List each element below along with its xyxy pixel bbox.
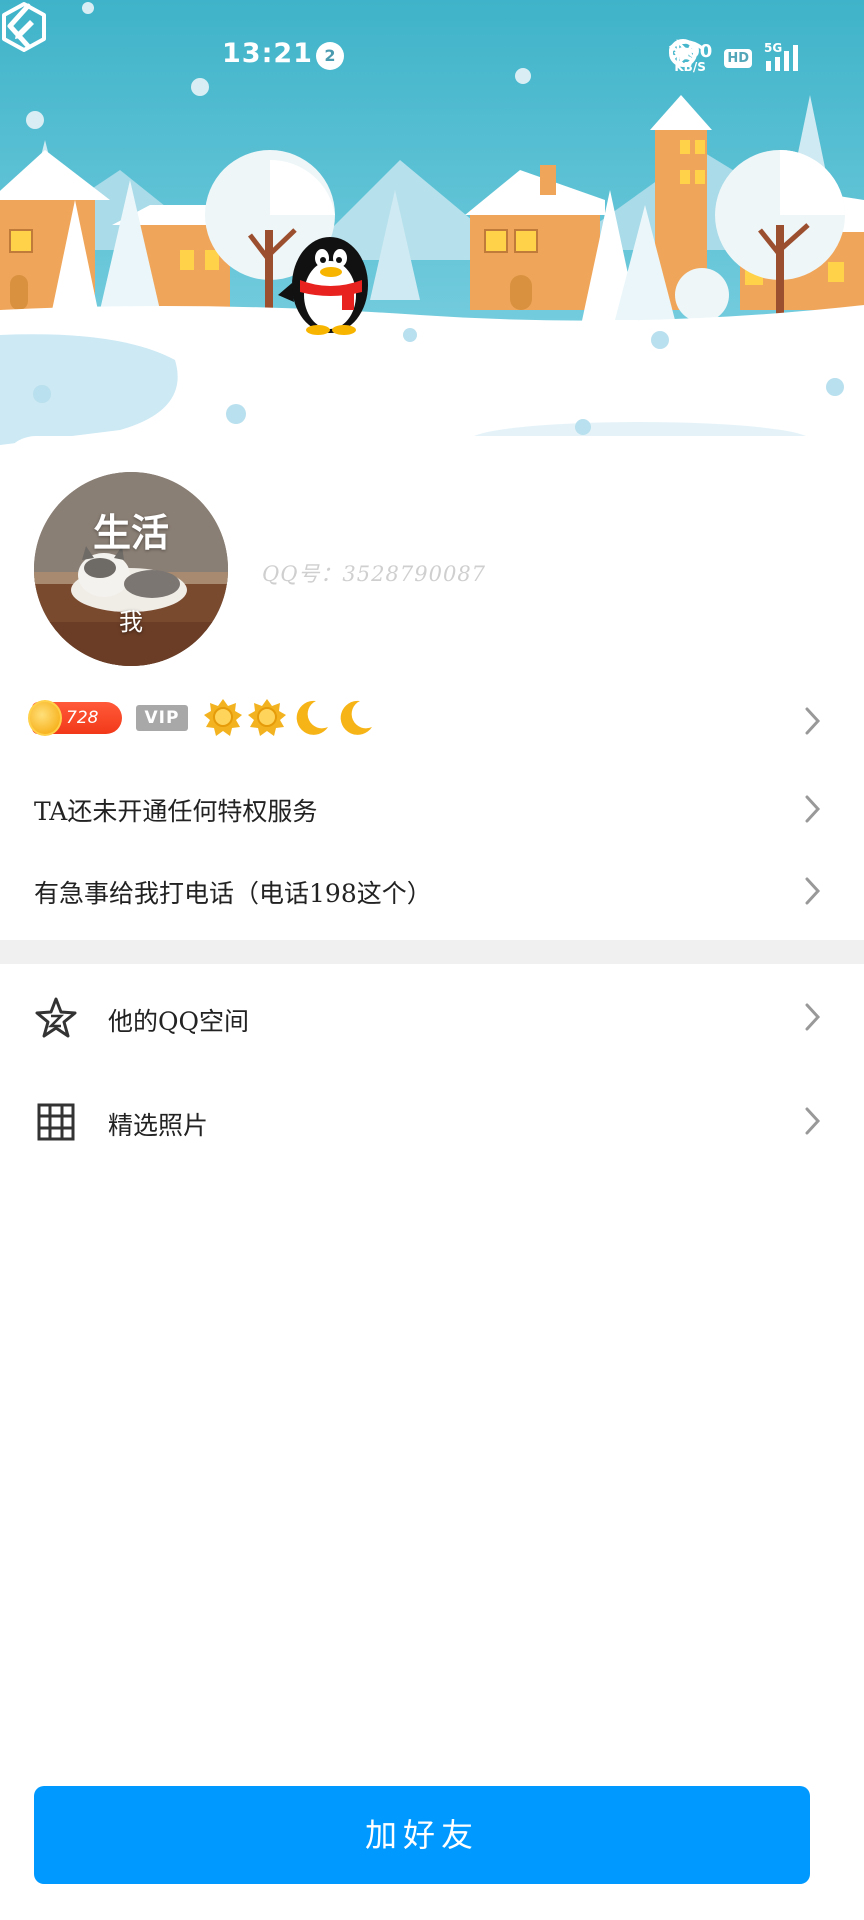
coin-badge: 728 (28, 700, 122, 736)
sun-icon (204, 699, 242, 736)
menu-item-label: 他的QQ空间 (108, 1007, 249, 1036)
chevron-right-icon (805, 877, 821, 905)
signature-row[interactable]: 有急事给我打电话（电话198这个） (0, 856, 864, 926)
notification-count-badge: 2 (316, 42, 344, 70)
chevron-right-icon (805, 1107, 821, 1135)
qq-number-label: QQ号：3528790087 (262, 562, 487, 586)
chevron-right-icon (805, 795, 821, 823)
battery-ring-icon (668, 39, 697, 67)
level-badges-row[interactable]: 728 VIP (0, 684, 864, 754)
menu-item-qzone[interactable]: 他的QQ空间 (0, 972, 864, 1062)
moon-icon (296, 700, 328, 735)
profile-page: 13:21 2 6.00 KB/S HD 5G 生活 我 QQ号：3528790… (0, 0, 864, 1920)
section-divider (0, 940, 864, 964)
signature-text: 有急事给我打电话（电话198这个） (34, 879, 432, 908)
status-time: 13:21 (222, 38, 313, 69)
status-indicators: 6.00 KB/S HD 5G (668, 38, 804, 78)
menu-item-photos[interactable]: 精选照片 (0, 1076, 864, 1166)
level-badges: 728 VIP (28, 696, 378, 740)
moon-icon (340, 700, 372, 735)
signal-bars-icon (766, 45, 798, 71)
hd-icon: HD (724, 48, 752, 68)
privilege-row[interactable]: TA还未开通任何特权服务 (0, 774, 864, 844)
add-friend-button[interactable]: 加好友 (34, 1786, 810, 1884)
menu-item-label: 精选照片 (108, 1111, 209, 1140)
chevron-right-icon (805, 1003, 821, 1031)
chevron-right-icon (805, 707, 821, 735)
vip-badge: VIP (136, 705, 188, 731)
profile-cover-scene: 13:21 2 6.00 KB/S HD 5G (0, 0, 864, 470)
avatar-caption-top: 生活 (92, 511, 169, 555)
sun-icon (248, 699, 286, 736)
status-bar: 13:21 2 6.00 KB/S HD 5G (0, 30, 864, 82)
avatar-caption-bottom: 我 (119, 608, 143, 636)
edit-profile-icon[interactable] (0, 0, 48, 54)
privilege-text: TA还未开通任何特权服务 (34, 797, 318, 826)
qzone-star-icon (35, 997, 77, 1038)
grid-icon (37, 1103, 75, 1141)
coin-value: 728 (66, 708, 99, 728)
coin-icon (28, 700, 62, 736)
signal-strength: 5G (764, 41, 804, 73)
avatar[interactable]: 生活 我 (34, 472, 228, 666)
